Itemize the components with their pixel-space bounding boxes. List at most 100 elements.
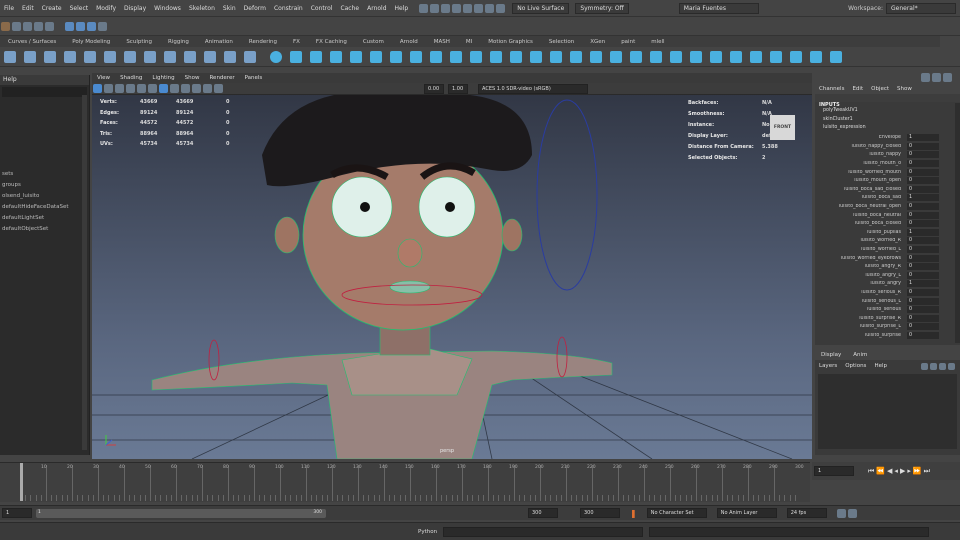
layer-menu-layers[interactable]: Layers [815,363,841,369]
curve-reverse-icon[interactable] [244,50,256,63]
viewport-menu-view[interactable]: View [92,75,115,81]
shadows-icon[interactable] [192,84,201,93]
extend-surface-icon[interactable] [730,50,742,63]
attribute-row[interactable]: luisito_mouth_o 0 [815,159,960,168]
untrim-icon[interactable] [570,50,582,63]
live-surface-dropdown[interactable]: No Live Surface [512,2,570,14]
anim-layer-dropdown[interactable]: No Anim Layer [716,508,777,518]
shelf-tab-11[interactable]: MI [458,39,480,45]
attribute-row[interactable]: luisito_happy_closed 0 [815,142,960,151]
attribute-row[interactable]: luisito_happy 0 [815,151,960,160]
torus-icon[interactable] [370,50,382,63]
outliner-item[interactable]: defaultObjectSet [0,224,89,235]
outliner-search-field[interactable] [2,87,87,97]
attribute-row[interactable]: luisito_boca_neutral 0 [815,211,960,220]
menu-edit[interactable]: Edit [18,5,38,12]
boundary-icon[interactable] [490,50,502,63]
outliner-scrollbar[interactable] [82,95,87,450]
redo-icon[interactable] [45,21,54,31]
plane-icon[interactable] [350,50,362,63]
channel-tab-channels[interactable]: Channels [815,86,848,92]
menu-deform[interactable]: Deform [240,5,270,12]
curve-bezier-icon[interactable] [84,50,96,63]
character-body[interactable] [151,346,613,459]
attribute-row[interactable]: luisito_worried_L 0 [815,245,960,254]
menu-file[interactable]: File [0,5,18,12]
attribute-row[interactable]: luisito_worried_R 0 [815,237,960,246]
fps-dropdown[interactable]: 24 fps [786,508,827,518]
shelf-tab-16[interactable]: mlell [643,39,672,45]
shelf-tab-10[interactable]: MASH [426,39,458,45]
cone-icon[interactable] [330,50,342,63]
menu-help[interactable]: Help [391,5,413,12]
smooth-icon[interactable] [650,50,662,63]
attribute-value[interactable]: 0 [907,323,939,331]
shelf-tab-9[interactable]: Arnold [392,39,426,45]
attribute-row[interactable]: luisito_serious 0 [815,305,960,314]
outliner-item[interactable]: olsend_luisito [0,191,89,202]
attribute-value[interactable]: 0 [907,177,939,185]
attribute-value[interactable]: 0 [907,263,939,271]
time-slider[interactable]: 10 20 30 40 50 60 70 80 90 100 110 120 130 140 150 160 1… [0,462,810,502]
attribute-row[interactable]: luisito_serious_L 0 [815,297,960,306]
wireframe-icon[interactable] [148,84,157,93]
input-node[interactable]: polyTweakUV1 [815,108,960,117]
outliner-item[interactable]: defaultHideFaceDataSet [0,202,89,213]
menu-control[interactable]: Control [307,5,337,12]
range-slider[interactable]: 1 300 [36,508,326,518]
curve-rebuild-icon[interactable] [224,50,236,63]
menu-constrain[interactable]: Constrain [270,5,307,12]
bevel-icon[interactable] [530,50,542,63]
shelf-tab-0[interactable]: Curves / Surfaces [0,39,64,45]
menu-modify[interactable]: Modify [92,5,120,12]
extrude-icon[interactable] [450,50,462,63]
outliner-item[interactable]: defaultLightSet [0,213,89,224]
viewport-menu-lighting[interactable]: Lighting [147,75,179,81]
curve-detach-icon[interactable] [184,50,196,63]
menu-arnold[interactable]: Arnold [363,5,390,12]
render-icon[interactable] [485,3,495,13]
align-icon[interactable] [770,50,782,63]
viewport-menu-shading[interactable]: Shading [115,75,147,81]
menu-skeleton[interactable]: Skeleton [185,5,219,12]
user-account[interactable]: Maria Fuentes [678,2,759,14]
curve-ep-icon[interactable] [24,50,36,63]
shelf-tab-14[interactable]: XGen [582,39,613,45]
planar-icon[interactable] [410,50,422,63]
image-plane-icon[interactable] [126,84,135,93]
curve-square-icon[interactable] [124,50,136,63]
curve-attach-icon[interactable] [164,50,176,63]
shelf-tab-4[interactable]: Animation [197,39,241,45]
menu-cache[interactable]: Cache [336,5,363,12]
attribute-row[interactable]: luisito_angry_R 0 [815,262,960,271]
attribute-row[interactable]: luisito_boca_closed 0 [815,219,960,228]
menu-select[interactable]: Select [66,5,93,12]
snap-curve-icon[interactable] [463,3,473,13]
attribute-value[interactable]: 0 [907,203,939,211]
rebuild-surface-icon[interactable] [690,50,702,63]
anim-start-field[interactable]: 300 [528,508,558,518]
current-frame-field[interactable]: 1 [814,466,854,476]
auto-key-icon[interactable]: ❚ [630,509,637,518]
layer-move-down-icon[interactable] [930,362,937,370]
trim-icon[interactable] [550,50,562,63]
input-node[interactable]: luisito_expression [815,125,960,134]
attribute-row[interactable]: luisito_boca_neutral_open 0 [815,202,960,211]
viewport-panel[interactable]: View Shading Lighting Show Renderer Panels 0.… [92,73,812,459]
project-curve-icon[interactable] [610,50,622,63]
attribute-value[interactable]: 0 [907,331,939,339]
workspace-dropdown[interactable]: General* [886,2,956,14]
colorspace-dropdown[interactable]: ACES 1.0 SDR-video (sRGB) [478,83,588,94]
layer-menu-options[interactable]: Options [841,363,870,369]
symmetry-dropdown[interactable]: Symmetry: Off [575,2,629,14]
viewport-menu-show[interactable]: Show [180,75,205,81]
viewport-menu-panels[interactable]: Panels [240,75,268,81]
curve-arc-icon[interactable] [64,50,76,63]
bookmark-icon[interactable] [115,84,124,93]
menu-display[interactable]: Display [120,5,150,12]
lasso-tool-icon[interactable] [430,3,440,13]
shelf-tab-2[interactable]: Sculpting [118,39,160,45]
attribute-value[interactable]: 0 [907,254,939,262]
attribute-value[interactable]: 1 [907,194,939,202]
attribute-row[interactable]: luisito_boca_sad_closed 0 [815,185,960,194]
